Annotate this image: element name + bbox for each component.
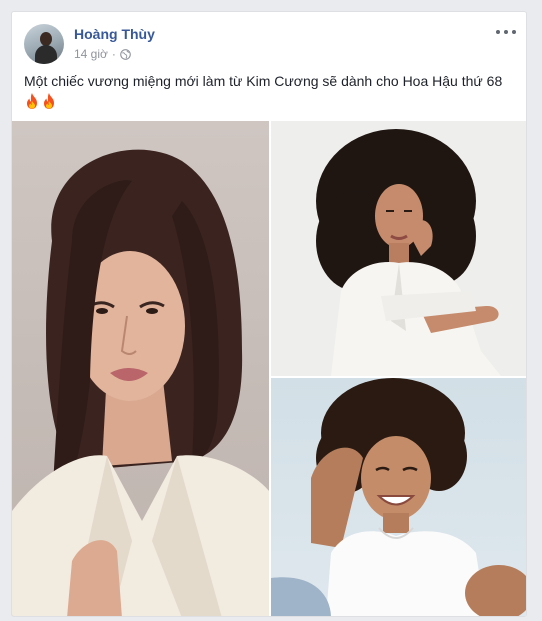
post-text: Một chiếc vương miệng mới làm từ Kim Cươ… (24, 71, 516, 110)
avatar-body (35, 45, 57, 64)
emoji-line (24, 92, 516, 110)
meta-separator: · (111, 47, 116, 61)
more-dot (512, 30, 516, 34)
globe-icon[interactable] (120, 48, 131, 60)
fire-icon (41, 92, 57, 110)
photo-woman-curly-hair-white-dress[interactable] (271, 121, 526, 376)
more-dot (504, 30, 508, 34)
avatar-head (40, 32, 52, 46)
fire-icon (24, 92, 40, 110)
photo-grid (12, 121, 526, 616)
author-name[interactable]: Hoàng Thùy (74, 26, 155, 42)
post-message: Một chiếc vương miệng mới làm từ Kim Cươ… (24, 73, 503, 89)
more-options-icon[interactable] (496, 26, 516, 38)
post-time[interactable]: 14 giờ (74, 47, 108, 61)
more-dot (496, 30, 500, 34)
author-avatar[interactable] (24, 24, 64, 64)
post-meta: 14 giờ · (74, 47, 131, 61)
post-card: Hoàng Thùy 14 giờ · Một chiếc vương miện… (11, 11, 527, 617)
photo-woman-short-curly-hair-smiling[interactable] (271, 378, 526, 616)
photo-woman-straight-hair[interactable] (12, 121, 269, 616)
